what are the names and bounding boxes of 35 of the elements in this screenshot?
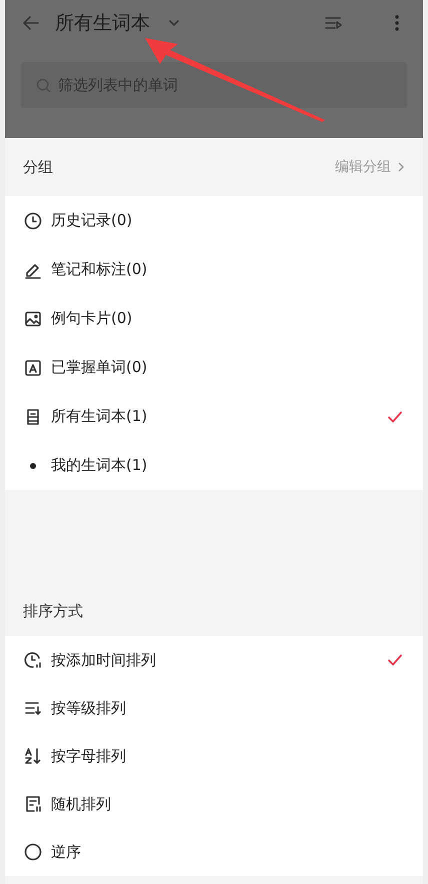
circle-icon bbox=[23, 842, 43, 862]
option-row[interactable]: 笔记和标注(0) bbox=[5, 245, 423, 294]
section-title: 排序方式 bbox=[23, 602, 83, 620]
option-row[interactable]: 所有生词本(1) bbox=[5, 392, 423, 441]
option-label: 笔记和标注(0) bbox=[51, 260, 148, 279]
option-row[interactable]: 历史记录(0) bbox=[5, 196, 423, 245]
option-label: 随机排列 bbox=[51, 794, 112, 814]
image-icon bbox=[23, 308, 43, 328]
option-label: 按添加时间排列 bbox=[51, 650, 157, 670]
chevron-right-icon bbox=[397, 162, 405, 172]
option-row[interactable]: 逆序 bbox=[5, 828, 423, 876]
shuffle-list-icon bbox=[23, 794, 43, 814]
option-row[interactable]: 按字母排列 bbox=[5, 732, 423, 780]
option-label: 例句卡片(0) bbox=[51, 309, 134, 328]
clock-bars-icon bbox=[23, 650, 43, 670]
bullet-icon bbox=[30, 462, 36, 468]
option-label: 按等级排列 bbox=[51, 698, 127, 718]
option-label: 历史记录(0) bbox=[51, 211, 134, 230]
back-arrow-icon bbox=[21, 13, 41, 33]
option-row[interactable]: 按添加时间排列 bbox=[5, 636, 423, 684]
option-row[interactable]: 已掌握单词(0) bbox=[5, 343, 423, 392]
alpha-sort-icon bbox=[23, 746, 43, 766]
clock-icon bbox=[23, 210, 43, 230]
option-label: 所有生词本(1) bbox=[51, 407, 148, 426]
option-row[interactable]: 按等级排列 bbox=[5, 684, 423, 732]
search-icon bbox=[35, 76, 52, 94]
option-row[interactable]: 例句卡片(0) bbox=[5, 294, 423, 343]
letter-a-icon bbox=[23, 358, 43, 378]
option-label: 我的生词本(1) bbox=[51, 456, 148, 475]
option-label: 按字母排列 bbox=[51, 746, 127, 766]
option-row[interactable]: 随机排列 bbox=[5, 780, 423, 828]
section-title: 分组 bbox=[23, 158, 53, 176]
option-row[interactable]: 我的生词本(1) bbox=[5, 441, 423, 490]
option-label: 已掌握单词(0) bbox=[51, 358, 148, 377]
option-label: 逆序 bbox=[51, 842, 82, 862]
